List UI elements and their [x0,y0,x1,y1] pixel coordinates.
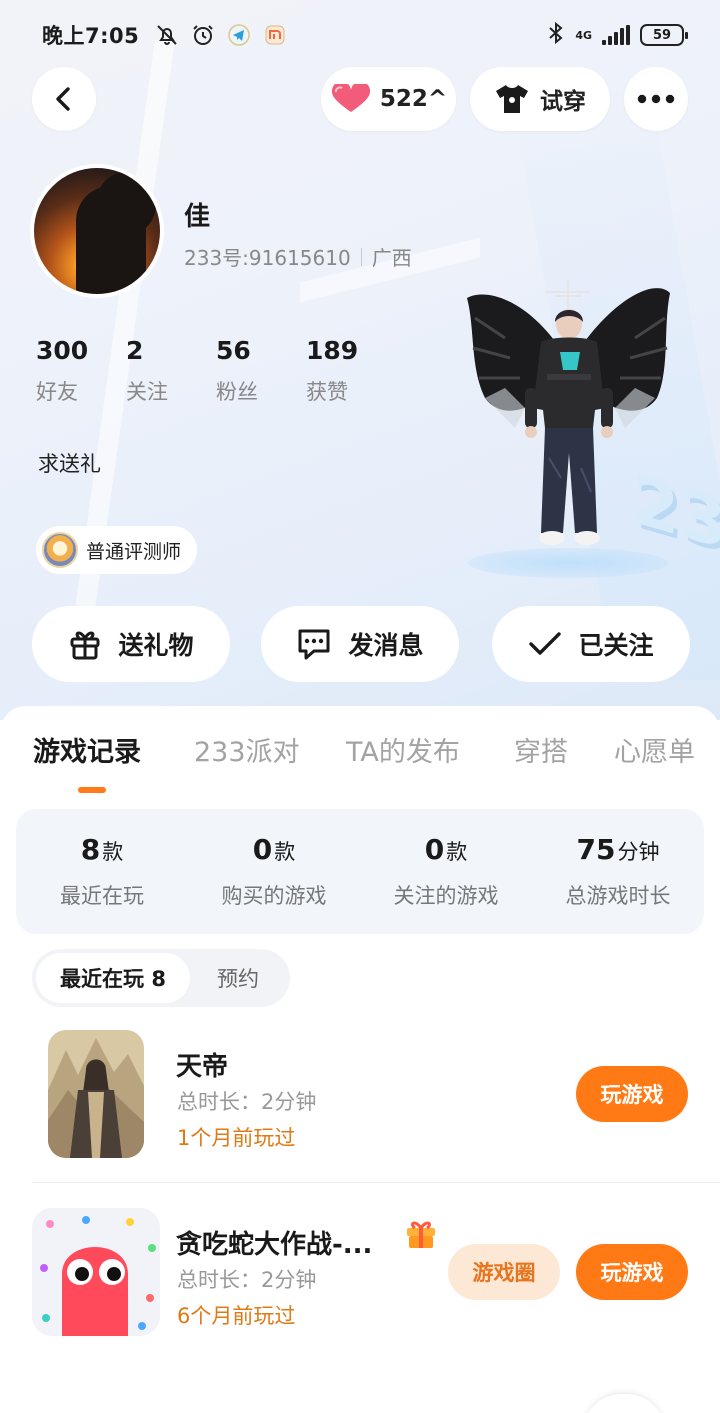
summary-unit: 分钟 [617,840,660,864]
battery-level: 59 [652,27,672,43]
checkmark-icon [529,632,562,655]
stat-following[interactable]: 2 关注 [126,336,216,406]
tab-wishlist[interactable]: 心愿单 [614,730,695,769]
badge-icon [42,532,78,568]
message-bubble-icon [298,629,330,660]
stat-label: 粉丝 [216,380,258,404]
summary-recent-playing[interactable]: 8款 最近在玩 [16,809,188,934]
avatar[interactable] [30,164,164,298]
stat-value: 189 [306,336,359,365]
stat-friends[interactable]: 300 好友 [36,336,126,406]
subtab-reservations[interactable]: 预约 [190,953,286,1003]
tab-233-party[interactable]: 233派对 [194,730,300,769]
game-duration: 总时长：2分钟 [177,1268,317,1292]
stat-fans[interactable]: 56 粉丝 [216,336,306,406]
stat-value: 2 [126,336,144,365]
gift-icon [70,631,100,660]
profile-id-row: 233号:91615610 广西 [184,242,412,271]
mi-app-icon [261,21,289,49]
bluetooth-icon [547,21,565,50]
reviewer-badge[interactable]: 普通评测师 [36,526,198,574]
summary-purchased-games[interactable]: 0款 购买的游戏 [188,809,360,934]
status-time: 晚上7:05 [42,24,140,48]
content-panel: 游戏记录 233派对 TA的发布 穿搭 心愿单 8款 最近在玩 0款 购买的游戏… [0,706,720,1413]
summary-unit: 款 [446,840,468,864]
profile-stats: 300 好友 2 关注 56 粉丝 189 获赞 [36,336,396,406]
summary-unit: 款 [274,840,296,864]
game-duration: 总时长：2分钟 [177,1090,317,1114]
like-button[interactable]: 522^ [321,67,456,131]
game-icon-tiandi[interactable] [48,1030,144,1158]
summary-label: 购买的游戏 [221,884,327,908]
summary-value: 75 [576,833,616,866]
summary-label: 最近在玩 [60,884,144,908]
network-type: 4G [575,28,592,42]
send-message-label: 发消息 [348,631,424,660]
try-on-button[interactable]: 试穿 [470,67,610,131]
tab-ta-posts[interactable]: TA的发布 [346,730,460,769]
badge-label: 普通评测师 [86,540,182,563]
following-button[interactable]: 已关注 [492,606,690,682]
tab-bar: 游戏记录 233派对 TA的发布 穿搭 心愿单 [0,730,720,790]
gift-box-icon [407,1221,435,1248]
divider [360,247,362,266]
back-button[interactable] [32,67,96,131]
tab-outfits[interactable]: 穿搭 [514,730,568,769]
mute-bell-icon [153,21,181,49]
stat-label: 好友 [36,380,78,404]
more-dots-icon [637,94,675,104]
telegram-icon [225,21,253,49]
summary-value: 0 [424,833,445,866]
status-bar: 晚上7:05 4G 59 [0,0,720,70]
game-summary-card: 8款 最近在玩 0款 购买的游戏 0款 关注的游戏 75分钟 总游戏时长 [16,809,704,934]
play-game-button[interactable]: 玩游戏 [576,1066,688,1122]
heart-icon [331,84,370,112]
battery-icon: 59 [640,24,688,46]
summary-label: 关注的游戏 [393,884,499,908]
profile-name: 佳 [184,202,211,232]
tab-active-indicator [78,787,106,793]
stat-likes[interactable]: 189 获赞 [306,336,396,406]
tab-game-records[interactable]: 游戏记录 [33,730,141,769]
game-list-item[interactable]: 天帝 总时长：2分钟 1个月前玩过 玩游戏 [0,1030,720,1180]
sub-tab-switch: 最近在玩 8 预约 [32,949,290,1007]
tshirt-icon [496,85,528,113]
stat-value: 56 [216,336,251,365]
list-divider [32,1182,720,1183]
send-gift-label: 送礼物 [118,631,194,660]
subtab-recent-playing[interactable]: 最近在玩 8 [36,953,190,1003]
game-last-played: 1个月前玩过 [177,1126,296,1150]
summary-total-playtime[interactable]: 75分钟 总游戏时长 [532,809,704,934]
game-name: 天帝 [176,1052,229,1082]
game-last-played: 6个月前玩过 [177,1304,296,1328]
signal-icon [602,25,630,45]
summary-value: 0 [252,833,273,866]
stat-label: 关注 [126,380,168,404]
like-count: 522^ [379,86,448,112]
floating-button[interactable] [582,1394,666,1413]
try-on-label: 试穿 [540,89,586,115]
profile-id: 233号:91615610 [184,246,351,270]
send-gift-button[interactable]: 送礼物 [32,606,230,682]
following-label: 已关注 [578,631,654,660]
game-icon-snake[interactable] [32,1208,160,1336]
alarm-icon [189,21,217,49]
game-list-item[interactable]: 贪吃蛇大作战-... 总时长：2分钟 6个月前玩过 游戏圈 玩游戏 [0,1208,720,1358]
summary-label: 总游戏时长 [565,884,671,908]
stat-value: 300 [36,336,89,365]
play-game-button[interactable]: 玩游戏 [576,1244,688,1300]
game-circle-button[interactable]: 游戏圈 [448,1244,560,1300]
summary-value: 8 [80,833,101,866]
send-message-button[interactable]: 发消息 [261,606,459,682]
summary-unit: 款 [102,840,124,864]
summary-followed-games[interactable]: 0款 关注的游戏 [360,809,532,934]
profile-bio: 求送礼 [38,452,101,476]
stat-label: 获赞 [306,380,348,404]
avatar-character-figure[interactable] [465,278,675,558]
game-name: 贪吃蛇大作战-... [176,1230,373,1260]
more-button[interactable] [624,67,688,131]
chevron-left-icon [56,87,70,111]
profile-region: 广西 [371,246,412,270]
